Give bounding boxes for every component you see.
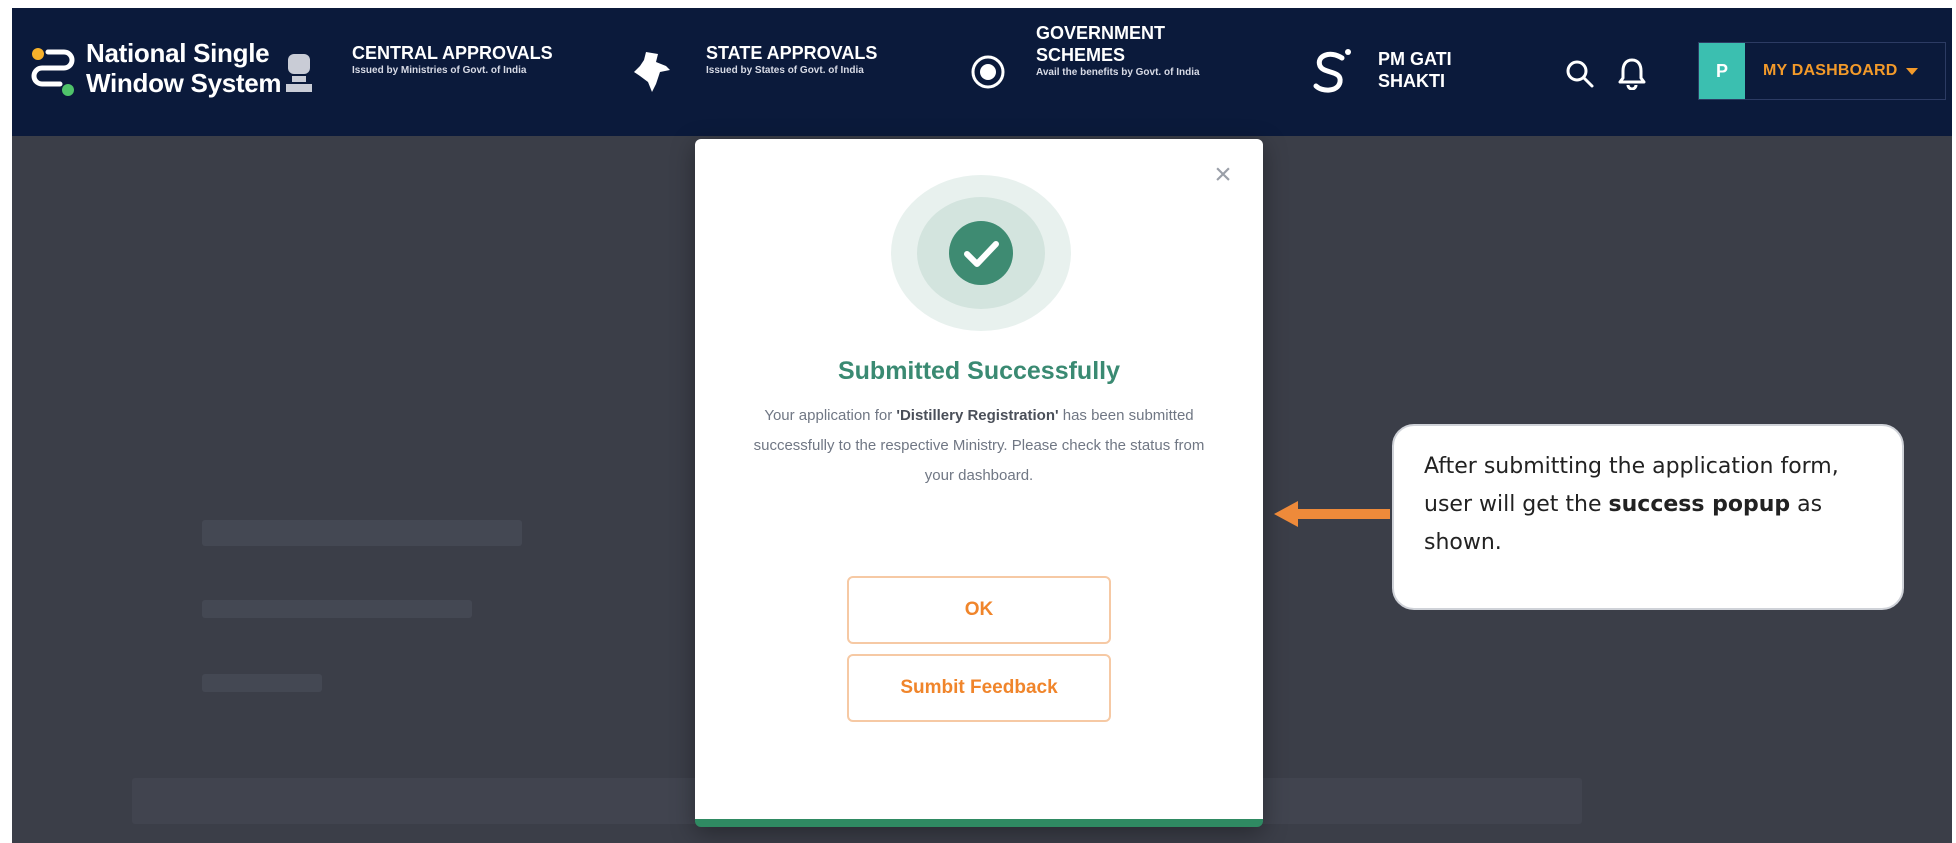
close-icon[interactable]: × bbox=[1209, 160, 1237, 190]
nav-gati-title2: SHAKTI bbox=[1378, 71, 1445, 91]
modal-message: Your application for 'Distillery Registr… bbox=[745, 401, 1213, 491]
submit-feedback-button[interactable]: Sumbit Feedback bbox=[847, 654, 1111, 722]
emblem-icon bbox=[286, 54, 312, 92]
brand-name[interactable]: National Single Window System bbox=[86, 38, 282, 98]
my-dashboard-button[interactable]: P MY DASHBOARD bbox=[1698, 42, 1946, 100]
bell-icon[interactable] bbox=[1616, 56, 1648, 90]
brand-line2: Window System bbox=[86, 68, 282, 98]
nav-schemes-title1: GOVERNMENT bbox=[1036, 23, 1166, 43]
nav-schemes-title2: SCHEMES bbox=[1036, 45, 1126, 65]
nav-government-schemes[interactable]: GOVERNMENT SCHEMES Avail the benefits by… bbox=[1036, 22, 1236, 79]
nav-gati-title1: PM GATI bbox=[1378, 49, 1452, 69]
gati-shakti-icon bbox=[1313, 49, 1351, 93]
nav-state-approvals[interactable]: STATE APPROVALS Issued by States of Govt… bbox=[706, 42, 926, 77]
nav-state-sub: Issued by States of Govt. of India bbox=[706, 65, 864, 76]
nav-central-title: CENTRAL APPROVALS bbox=[352, 43, 553, 63]
nav-pm-gati-shakti[interactable]: PM GATI SHAKTI bbox=[1378, 48, 1498, 92]
chevron-down-icon bbox=[1905, 67, 1918, 75]
background-text bbox=[202, 674, 322, 692]
background-text bbox=[202, 600, 472, 618]
search-icon[interactable] bbox=[1564, 58, 1596, 90]
modal-title: Submitted Successfully bbox=[837, 357, 1121, 385]
msg-application-name: 'Distillery Registration' bbox=[896, 407, 1059, 424]
brand-line1: National Single bbox=[86, 38, 270, 68]
check-circle-icon bbox=[891, 175, 1071, 331]
nav-central-sub: Issued by Ministries of Govt. of India bbox=[352, 65, 527, 76]
nav-central-approvals[interactable]: CENTRAL APPROVALS Issued by Ministries o… bbox=[352, 42, 582, 77]
my-dashboard-label: MY DASHBOARD bbox=[1763, 62, 1898, 79]
nav-state-title: STATE APPROVALS bbox=[706, 43, 878, 63]
nav-schemes-sub: Avail the benefits by Govt. of India bbox=[1036, 67, 1200, 78]
msg-pre: Your application for bbox=[764, 407, 897, 424]
callout-bold: success popup bbox=[1608, 492, 1791, 517]
top-nav: National Single Window System CENTRAL AP… bbox=[12, 8, 1952, 136]
nsws-logo-icon[interactable] bbox=[30, 44, 76, 100]
background-heading bbox=[202, 520, 522, 546]
instruction-callout: After submitting the application form, u… bbox=[1392, 424, 1904, 610]
india-map-icon bbox=[634, 52, 670, 92]
success-modal: × Submitted Successfully Your applicatio… bbox=[695, 139, 1263, 827]
app-window: National Single Window System CENTRAL AP… bbox=[12, 8, 1952, 843]
ok-button[interactable]: OK bbox=[847, 576, 1111, 644]
avatar: P bbox=[1699, 43, 1745, 99]
govt-scheme-icon bbox=[971, 55, 1005, 89]
arrow-left-icon bbox=[1274, 501, 1390, 527]
